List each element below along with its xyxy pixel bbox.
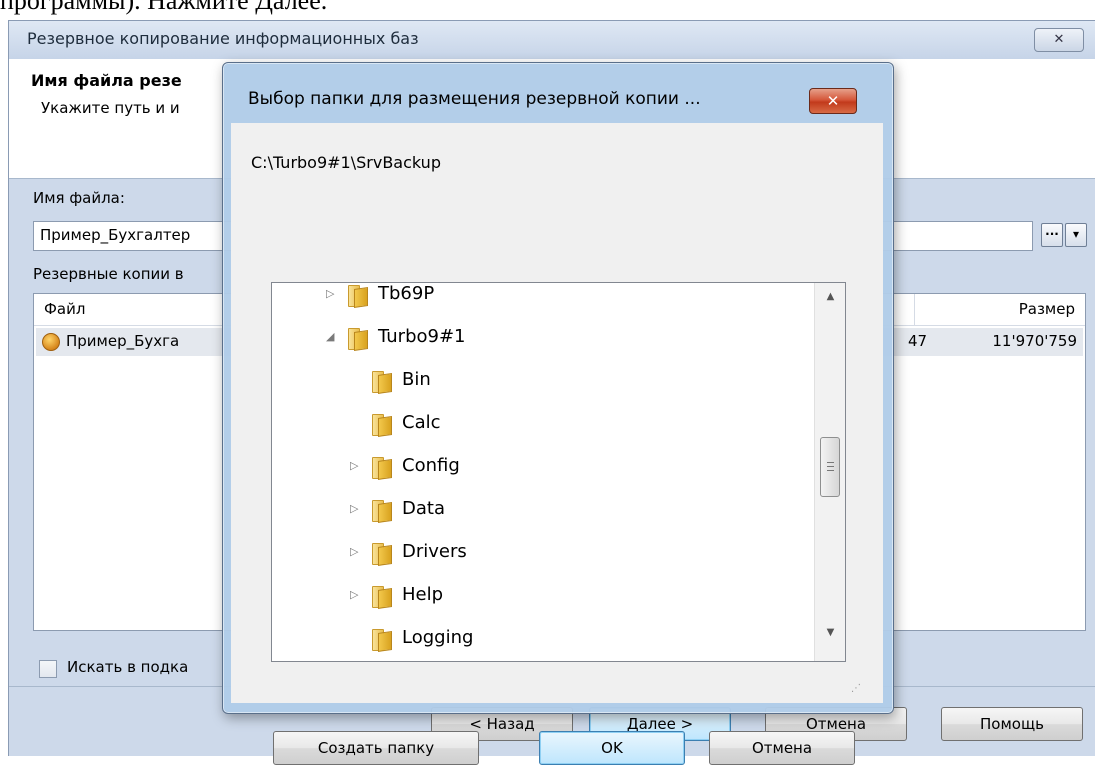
tree-item-label: Logging xyxy=(402,627,474,648)
tree-item-label: Bin xyxy=(402,369,431,390)
selected-path: C:\Turbo9#1\SrvBackup xyxy=(251,153,441,172)
folder-icon xyxy=(370,371,394,394)
row-date: 47 xyxy=(908,332,928,350)
file-name-label: Имя файла: xyxy=(33,189,125,207)
tree-item[interactable]: ▷ Tb69P xyxy=(326,283,845,315)
tree-item[interactable]: ▷ Drivers xyxy=(350,533,845,573)
expanded-arrow-icon[interactable]: ◢ xyxy=(326,330,338,343)
column-file[interactable]: Файл xyxy=(44,300,85,318)
tree-item[interactable]: ▷ Data xyxy=(350,490,845,530)
tree-item[interactable]: Bin xyxy=(350,361,845,401)
dialog-close-button[interactable]: ✕ xyxy=(809,88,857,114)
tree-item[interactable]: ▷ Help xyxy=(350,576,845,616)
instruction-text: программы). Нажмите Далее. xyxy=(0,0,328,15)
column-size[interactable]: Размер xyxy=(1019,300,1075,318)
backup-archive-icon xyxy=(42,333,60,351)
row-file-name: Пример_Бухга xyxy=(66,332,180,350)
folder-icon xyxy=(370,414,394,437)
tree-item-label: Help xyxy=(402,584,444,605)
folder-chooser-dialog: Выбор папки для размещения резервной коп… xyxy=(222,62,894,765)
tree-item[interactable]: ◢ Turbo9#1 xyxy=(326,318,845,358)
folder-icon xyxy=(346,285,370,308)
folder-icon xyxy=(370,543,394,566)
folder-icon xyxy=(370,500,394,523)
tree-item[interactable]: Calc xyxy=(350,404,845,444)
tree-item[interactable]: ▷ Config xyxy=(350,447,845,487)
tree-item-label: Data xyxy=(402,498,445,519)
dialog-body: C:\Turbo9#1\SrvBackup ▲ ▼ ▷ Tb69P ◢ Turbo9#… xyxy=(231,123,883,765)
browse-button[interactable]: ··· xyxy=(1041,223,1063,247)
wizard-header-title: Имя файла резе xyxy=(31,71,182,90)
wizard-title-bar: Резервное копирование информационных баз xyxy=(9,21,1095,59)
folder-icon xyxy=(370,629,394,652)
tree-item-label: Turbo9#1 xyxy=(378,326,466,347)
folder-icon xyxy=(370,586,394,609)
folder-tree[interactable]: ▲ ▼ ▷ Tb69P ◢ Turbo9#1 Bin Calc ▷ Config ▷ Data ▷ D… xyxy=(271,282,846,662)
backups-label: Резервные копии в xyxy=(33,265,184,283)
collapsed-arrow-icon[interactable]: ▷ xyxy=(350,459,362,472)
folder-icon xyxy=(370,457,394,480)
search-subfolders-label: Искать в подка xyxy=(67,658,189,676)
wizard-title: Резервное копирование информационных баз xyxy=(27,29,419,48)
folder-icon xyxy=(346,328,370,351)
collapsed-arrow-icon[interactable]: ▷ xyxy=(350,588,362,601)
tree-item-label: Calc xyxy=(402,412,441,433)
wizard-close-button[interactable]: ✕ xyxy=(1034,28,1084,52)
collapsed-arrow-icon[interactable]: ▷ xyxy=(350,545,362,558)
wizard-header-subtitle: Укажите путь и и xyxy=(41,99,180,117)
search-subfolders-checkbox[interactable] xyxy=(39,660,57,678)
tree-item[interactable]: Logging xyxy=(350,619,845,659)
row-size: 11'970'759 xyxy=(992,332,1077,350)
tree-item-label: Drivers xyxy=(402,541,467,562)
column-divider xyxy=(914,294,915,326)
tree-item-label: Tb69P xyxy=(378,283,435,304)
collapsed-arrow-icon[interactable]: ▷ xyxy=(326,287,338,300)
resize-grip-icon[interactable]: ⋰ xyxy=(851,683,861,694)
collapsed-arrow-icon[interactable]: ▷ xyxy=(350,502,362,515)
file-name-dropdown-button[interactable]: ▾ xyxy=(1065,223,1087,247)
dialog-cancel-button[interactable]: Отмена xyxy=(709,731,855,765)
new-folder-button[interactable]: Создать папку xyxy=(273,731,479,765)
help-button[interactable]: Помощь xyxy=(941,707,1083,741)
tree-item-label: Config xyxy=(402,455,460,476)
dialog-title: Выбор папки для размещения резервной коп… xyxy=(248,89,701,109)
ok-button[interactable]: OK xyxy=(539,731,685,765)
